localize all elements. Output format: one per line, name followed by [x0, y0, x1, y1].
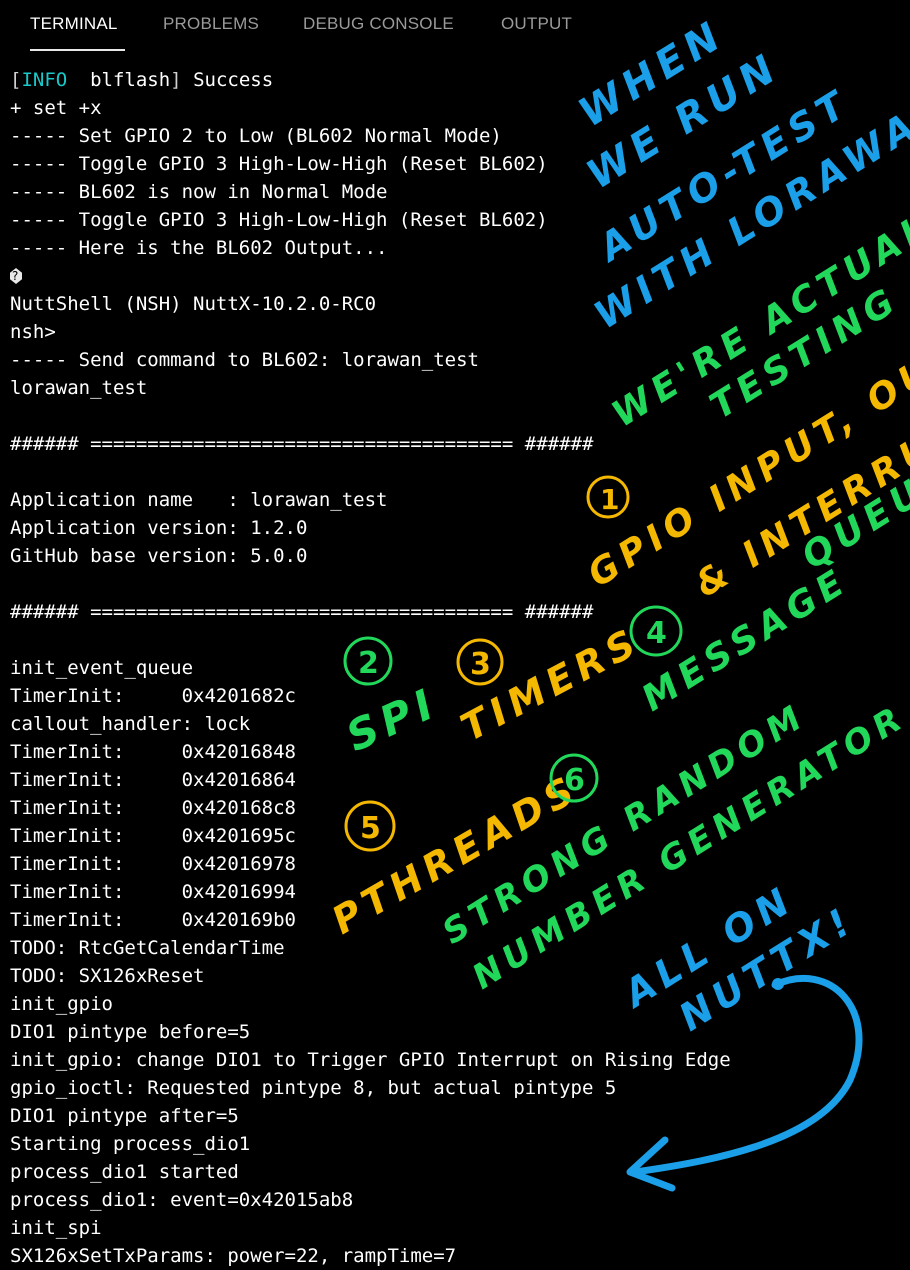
terminal-line: TimerInit: 0x42016994	[10, 881, 296, 903]
terminal-line: Starting process_dio1	[10, 1133, 251, 1155]
terminal-line: DIO1 pintype before=5	[10, 1021, 251, 1043]
terminal-line: init_gpio	[10, 993, 113, 1015]
terminal-line: TimerInit: 0x42016864	[10, 769, 296, 791]
replacement-char-icon	[10, 268, 22, 284]
bracket-close: ]	[170, 69, 182, 91]
terminal-line: TimerInit: 0x42016848	[10, 741, 296, 763]
terminal-line: gpio_ioctl: Requested pintype 8, but act…	[10, 1077, 617, 1099]
terminal-line: ----- BL602 is now in Normal Mode	[10, 181, 388, 203]
terminal-line: init_event_queue	[10, 657, 194, 679]
terminal-output[interactable]: [INFO blflash] Success + set +x ----- Set…	[10, 66, 910, 1270]
tab-problems[interactable]: PROBLEMS	[163, 14, 259, 36]
terminal-line: ----- Here is the BL602 Output...	[10, 237, 388, 259]
terminal-lines-block-b: NuttShell (NSH) NuttX-10.2.0-RC0 nsh> ----…	[10, 290, 910, 1270]
terminal-line: GitHub base version: 5.0.0	[10, 545, 308, 567]
tab-terminal[interactable]: TERMINAL	[30, 14, 118, 36]
terminal-line: lorawan_test	[10, 377, 148, 399]
tab-debug-console[interactable]: DEBUG CONSOLE	[303, 14, 454, 36]
terminal-lines-block-a: + set +x ----- Set GPIO 2 to Low (BL602 N…	[10, 94, 910, 262]
terminal-line: TimerInit: 0x420169b0	[10, 909, 296, 931]
terminal-line	[10, 262, 910, 290]
terminal-line: ----- Set GPIO 2 to Low (BL602 Normal Mo…	[10, 125, 502, 147]
terminal-line: ----- Send command to BL602: lorawan_tes…	[10, 349, 479, 371]
tab-output[interactable]: OUTPUT	[501, 14, 572, 36]
terminal-line: init_gpio: change DIO1 to Trigger GPIO I…	[10, 1049, 731, 1071]
terminal-line: TimerInit: 0x4201682c	[10, 685, 296, 707]
terminal-line: TODO: RtcGetCalendarTime	[10, 937, 285, 959]
terminal-line: Application version: 1.2.0	[10, 517, 308, 539]
panel-tab-bar: TERMINAL PROBLEMS DEBUG CONSOLE OUTPUT	[0, 0, 910, 52]
terminal-line: ###### =================================…	[10, 433, 594, 455]
terminal-line: SX126xSetTxParams: power=22, rampTime=7	[10, 1245, 457, 1267]
terminal-line: Application name : lorawan_test	[10, 489, 388, 511]
terminal-line: ----- Toggle GPIO 3 High-Low-High (Reset…	[10, 153, 548, 175]
terminal-line: DIO1 pintype after=5	[10, 1105, 239, 1127]
terminal-line: nsh>	[10, 321, 56, 343]
terminal-line: NuttShell (NSH) NuttX-10.2.0-RC0	[10, 293, 377, 315]
terminal-line: TODO: SX126xReset	[10, 965, 205, 987]
terminal-line: ----- Toggle GPIO 3 High-Low-High (Reset…	[10, 209, 548, 231]
terminal-line: process_dio1: event=0x42015ab8	[10, 1189, 354, 1211]
bracket-open: [	[10, 69, 22, 91]
terminal-line: init_spi	[10, 1217, 102, 1239]
terminal-line: TimerInit: 0x42016978	[10, 853, 296, 875]
log-source: blflash	[67, 69, 171, 91]
terminal-line: TimerInit: 0x420168c8	[10, 797, 296, 819]
log-level: INFO	[21, 69, 68, 91]
log-message: Success	[181, 69, 274, 91]
terminal-line: process_dio1 started	[10, 1161, 239, 1183]
terminal-line: ###### =================================…	[10, 601, 594, 623]
terminal-line: callout_handler: lock	[10, 713, 251, 735]
terminal-line: + set +x	[10, 97, 102, 119]
terminal-line: [INFO blflash] Success	[10, 66, 910, 94]
active-tab-indicator	[30, 49, 125, 51]
terminal-line: TimerInit: 0x4201695c	[10, 825, 296, 847]
